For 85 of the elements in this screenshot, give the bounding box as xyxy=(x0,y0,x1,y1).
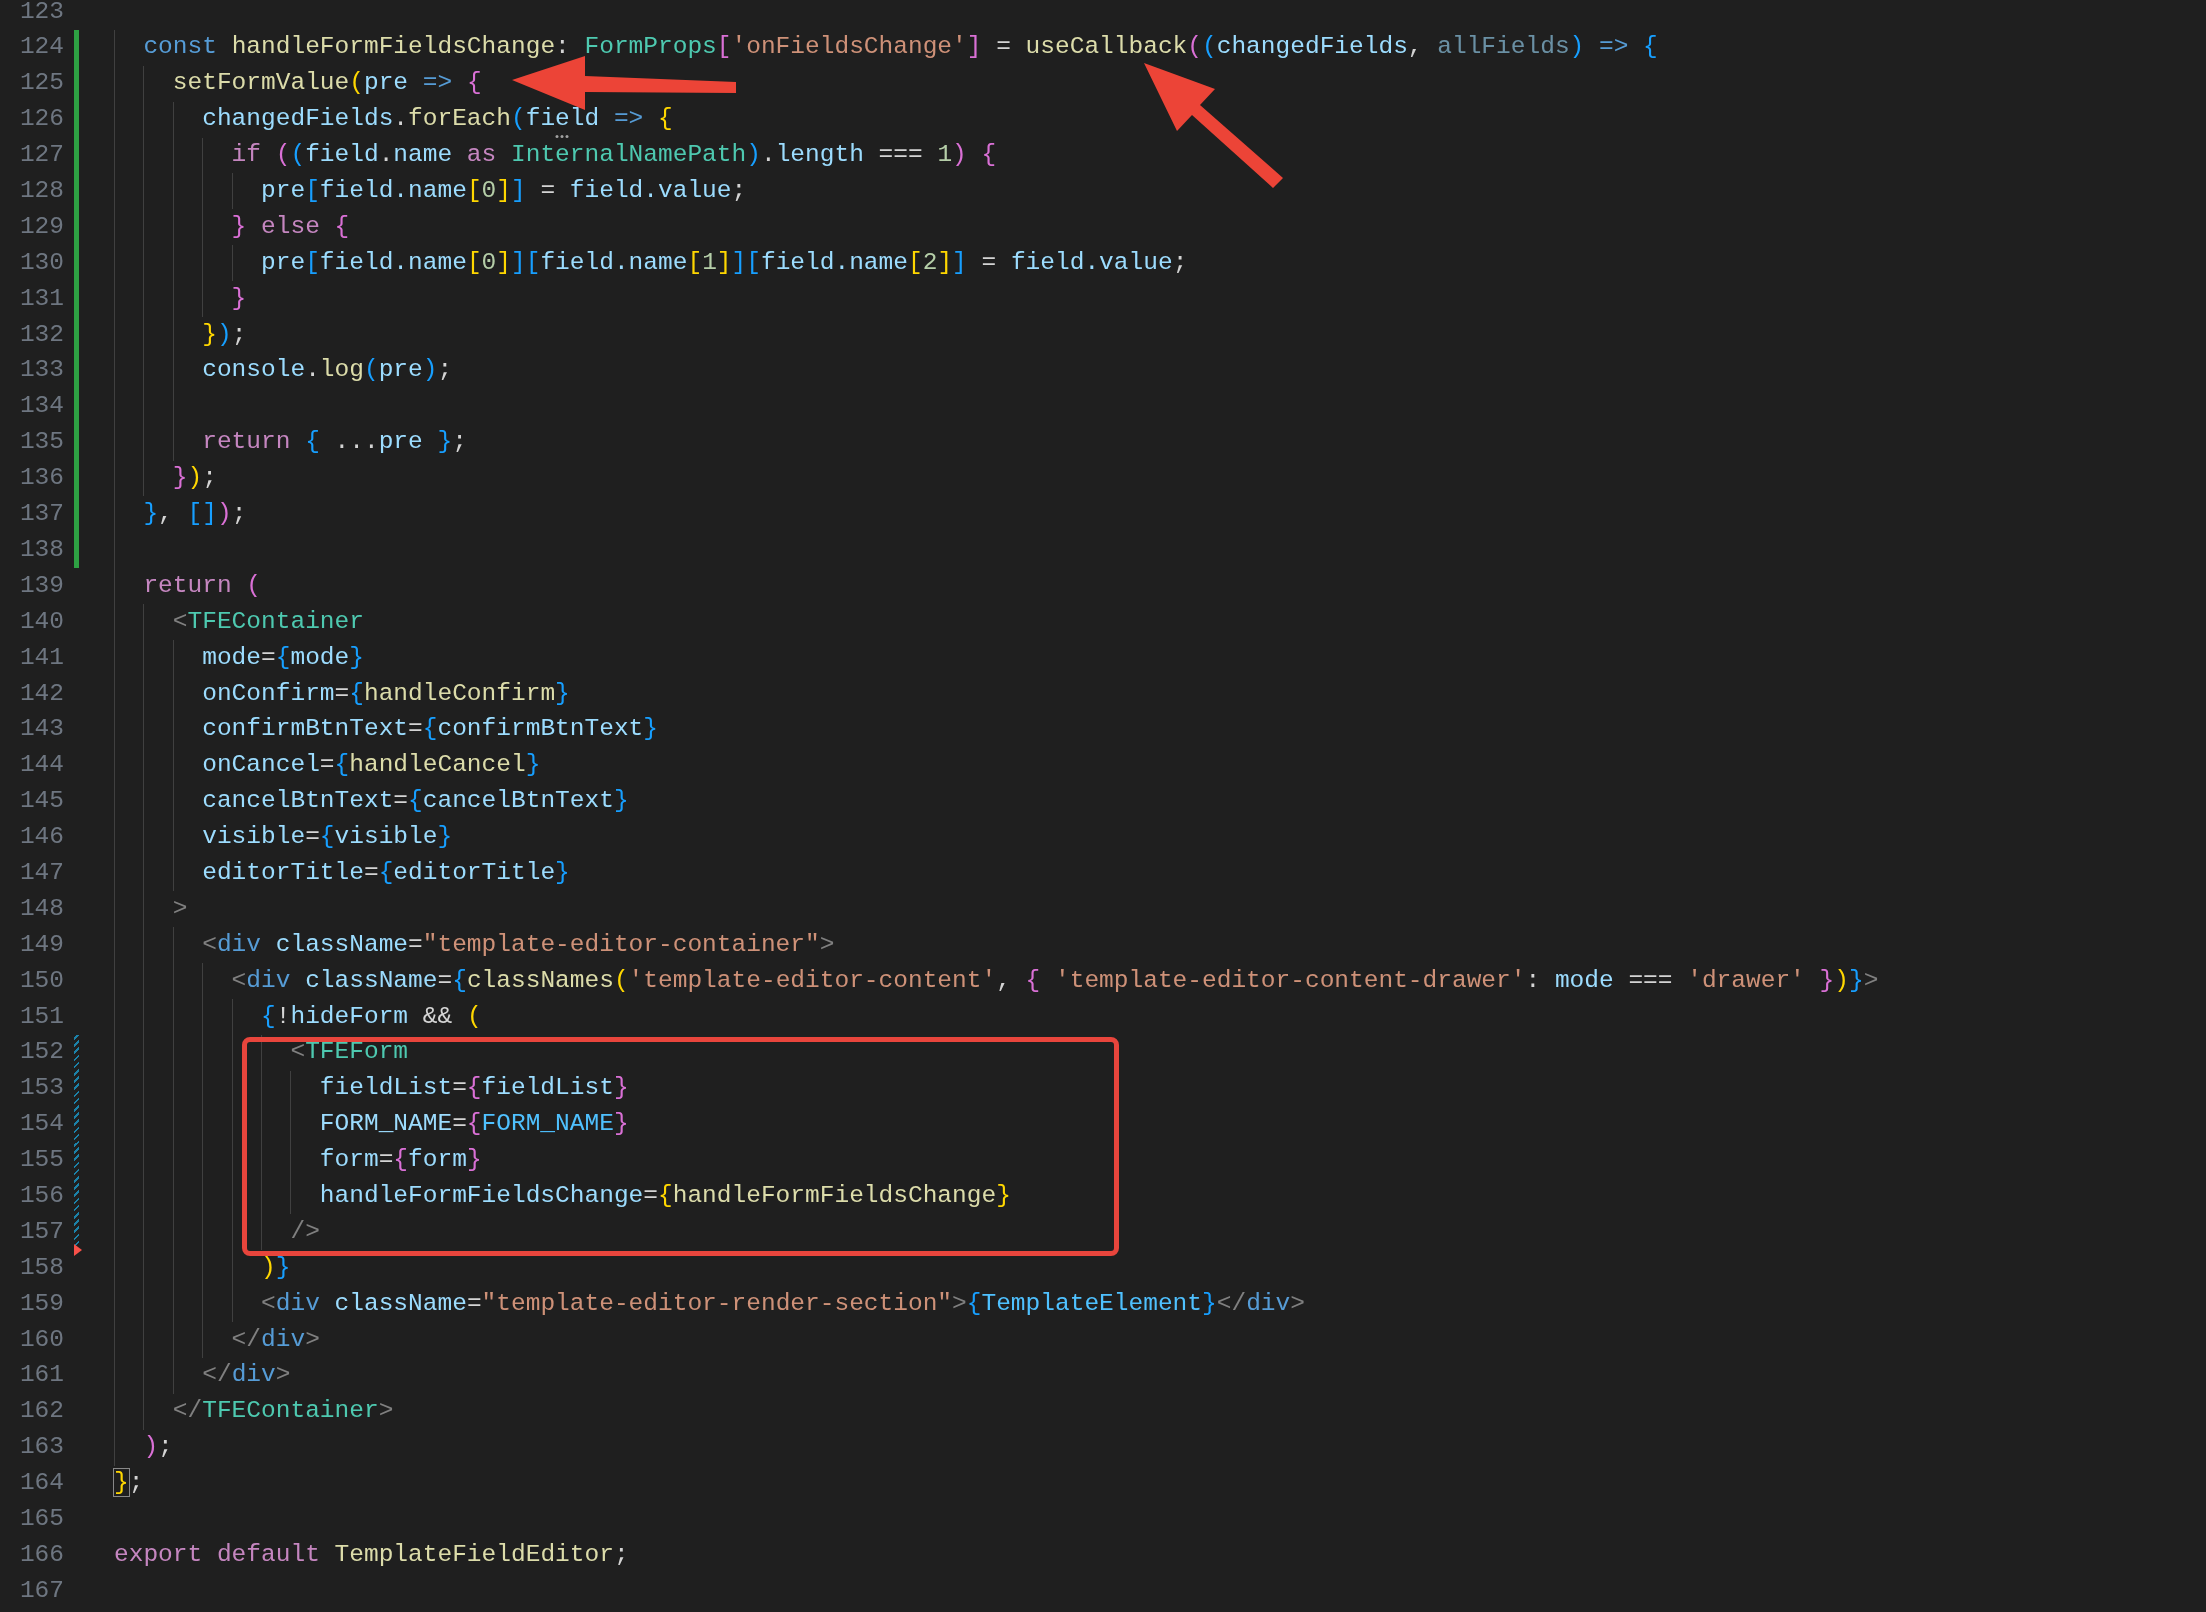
line-number: 124 xyxy=(18,32,64,63)
code-line: if ((field.name as InternalNamePath).length === 1) { xyxy=(230,140,997,171)
line-number: 144 xyxy=(18,750,64,781)
line-number: 164 xyxy=(18,1468,64,1499)
code-line: return ( xyxy=(142,570,262,601)
line-number: 125 xyxy=(18,68,64,99)
line-number: 145 xyxy=(18,786,64,817)
line-number: 147 xyxy=(18,857,64,888)
line-number: 138 xyxy=(18,534,64,565)
line-number: 157 xyxy=(18,1216,64,1247)
code-line: FORM_NAME={FORM_NAME} xyxy=(318,1109,629,1140)
code-line: console.log(pre); xyxy=(201,355,453,386)
line-number: 165 xyxy=(18,1504,64,1534)
code-line: <TFEForm xyxy=(289,1037,409,1068)
code-line: > xyxy=(171,893,188,924)
line-number: 137 xyxy=(18,499,64,530)
line-number: 132 xyxy=(18,319,64,350)
line-number: 159 xyxy=(18,1288,64,1319)
line-number: 163 xyxy=(18,1432,64,1463)
code-line: <div className="template-editor-render-section">{TemplateElement}</div> xyxy=(260,1288,1305,1319)
code-line: ); xyxy=(142,1432,173,1463)
code-line: </div> xyxy=(230,1324,320,1355)
line-number: 136 xyxy=(18,463,64,494)
code-line: mode={mode} xyxy=(201,642,364,673)
code-line: <div className={classNames('template-editor-content', { 'template-editor-content-drawer': mode === 'drawer' })}> xyxy=(230,965,1879,996)
code-line: editorTitle={editorTitle} xyxy=(201,857,570,888)
code-line: }); xyxy=(171,463,217,494)
code-line: onCancel={handleCancel} xyxy=(201,750,541,781)
line-number: 127 xyxy=(18,140,64,171)
code-line: changedFields.forEach(field => { xyxy=(114,101,673,138)
line-number: 134 xyxy=(18,391,64,422)
line-number: 152 xyxy=(18,1037,64,1068)
code-line: }, []); xyxy=(142,499,247,530)
line-number: 135 xyxy=(18,427,64,458)
line-number: 148 xyxy=(18,893,64,924)
line-number: 151 xyxy=(18,1001,64,1032)
code-line: visible={visible} xyxy=(201,822,453,853)
code-line: const handleFormFieldsChange: FormProps['onFieldsChange'] = useCallback((changedFields, allFields) => { xyxy=(142,32,1658,63)
code-line: <div className="template-editor-container"> xyxy=(201,929,835,960)
line-number: 128 xyxy=(18,176,64,207)
code-line: }; xyxy=(114,1468,144,1499)
line-number: 142 xyxy=(18,678,64,709)
line-number: 150 xyxy=(18,965,64,996)
code-line: )} xyxy=(260,1252,291,1283)
code-line: }); xyxy=(201,319,247,350)
code-line: } xyxy=(230,283,247,314)
line-number: 166 xyxy=(18,1539,64,1570)
line-number: 131 xyxy=(18,283,64,314)
code-line: return { ...pre }; xyxy=(201,427,467,458)
code-line: </div> xyxy=(201,1360,291,1391)
code-line: handleFormFieldsChange={handleFormFieldsChange} xyxy=(318,1180,1011,1211)
line-number: 130 xyxy=(18,247,64,278)
line-number: 162 xyxy=(18,1396,64,1427)
line-number: 156 xyxy=(18,1180,64,1211)
code-line: pre[field.name[0]][field.name[1]][field.name[2]] = field.value; xyxy=(260,247,1188,278)
line-number: 153 xyxy=(18,1073,64,1104)
line-number: 149 xyxy=(18,929,64,960)
code-line: form={form} xyxy=(318,1145,482,1176)
code-line: export default TemplateFieldEditor; xyxy=(114,1539,629,1570)
code-line: pre[field.name[0]] = field.value; xyxy=(260,176,747,207)
line-number: 141 xyxy=(18,642,64,673)
line-number: 139 xyxy=(18,570,64,601)
line-number: 140 xyxy=(18,606,64,637)
line-number: 129 xyxy=(18,211,64,242)
line-number: 160 xyxy=(18,1324,64,1355)
code-line: onConfirm={handleConfirm} xyxy=(201,678,570,709)
code-line: cancelBtnText={cancelBtnText} xyxy=(201,786,629,817)
code-line: <TFEContainer xyxy=(171,606,364,637)
line-number: 126 xyxy=(18,104,64,135)
code-line: {!hideForm && ( xyxy=(260,1001,482,1032)
line-number: 123 xyxy=(18,0,64,27)
code-line: setFormValue(pre => { xyxy=(171,68,482,99)
line-number: 133 xyxy=(18,355,64,386)
line-number: 143 xyxy=(18,714,64,745)
line-number: 161 xyxy=(18,1360,64,1391)
code-line: fieldList={fieldList} xyxy=(318,1073,629,1104)
line-number: 158 xyxy=(18,1252,64,1283)
code-line: } else { xyxy=(230,211,350,242)
code-line: /> xyxy=(289,1216,320,1247)
line-number: 155 xyxy=(18,1145,64,1176)
code-line: </TFEContainer> xyxy=(171,1396,394,1427)
line-number: 167 xyxy=(18,1575,64,1606)
line-number: 146 xyxy=(18,822,64,853)
code-line: confirmBtnText={confirmBtnText} xyxy=(201,714,658,745)
line-number: 154 xyxy=(18,1109,64,1140)
